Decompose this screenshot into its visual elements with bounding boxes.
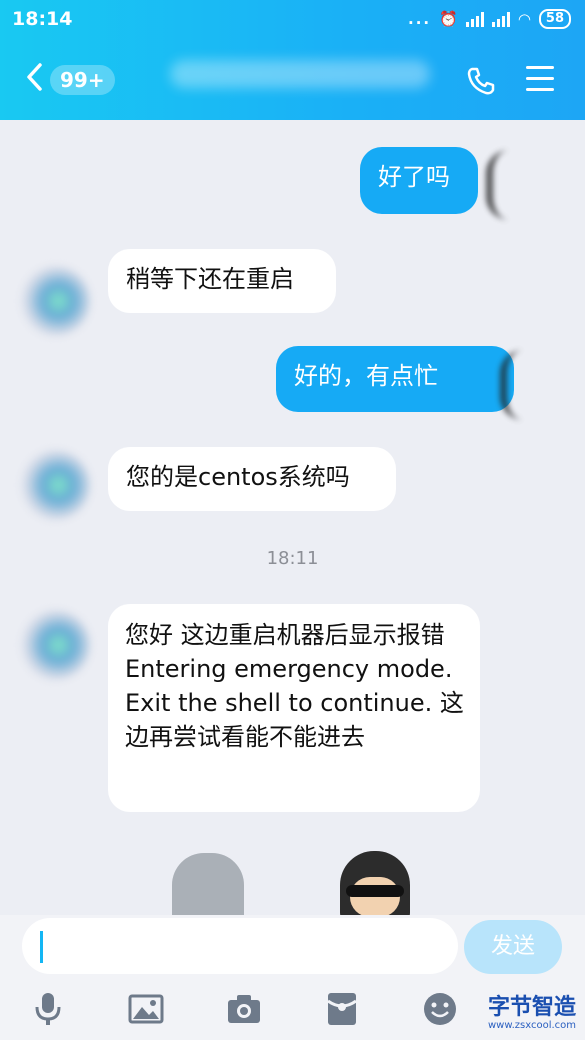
sticker-suggestions <box>0 845 585 923</box>
watermark-url: www.zsxcool.com <box>487 1020 577 1031</box>
alarm-icon: ⏰ <box>439 10 458 28</box>
contact-name-blurred <box>170 60 430 88</box>
avatar-contact[interactable] <box>20 266 90 336</box>
microphone-icon[interactable] <box>30 991 66 1027</box>
message-text: 好的，有点忙 <box>294 362 438 390</box>
status-time: 18:14 <box>12 8 73 30</box>
message-bubble-incoming[interactable]: 稍等下还在重启 <box>108 249 336 313</box>
message-timestamp: 18:11 <box>266 548 319 569</box>
watermark-logo: 字节智造 www.zsxcool.com <box>482 996 582 1032</box>
message-bubble-incoming[interactable]: 您好 这边重启机器后显示报错 Entering emergency mode. … <box>108 604 480 812</box>
camera-icon[interactable] <box>226 991 262 1027</box>
message-bubble-outgoing[interactable]: 好了吗 <box>360 147 478 214</box>
red-packet-icon[interactable] <box>324 991 360 1027</box>
signal-icon <box>465 11 484 27</box>
unread-badge[interactable]: 99+ <box>50 65 115 95</box>
message-text: 稍等下还在重启 <box>126 265 294 293</box>
avatar-self-blurred <box>500 350 547 420</box>
message-text: 您好 这边重启机器后显示报错 Entering emergency mode. … <box>125 621 464 751</box>
status-icons: ... ⏰ ◠ 58 <box>408 9 571 29</box>
text-caret <box>40 931 43 963</box>
battery-icon: 58 <box>538 9 571 29</box>
sticker-figure-sunglasses[interactable] <box>340 851 410 923</box>
watermark-title: 字节智造 <box>487 995 576 1020</box>
menu-icon[interactable] <box>526 66 554 92</box>
send-button[interactable]: 发送 <box>464 920 562 974</box>
notification-dots: ... <box>408 10 432 28</box>
message-text: 好了吗 <box>378 163 450 191</box>
signal-icon <box>491 11 510 27</box>
back-arrow-icon[interactable] <box>24 62 46 92</box>
message-bubble-outgoing[interactable]: 好的，有点忙 <box>276 346 514 412</box>
emoji-icon[interactable] <box>422 991 458 1027</box>
message-input[interactable] <box>22 918 458 974</box>
phone-call-icon[interactable] <box>466 66 496 96</box>
status-bar: 18:14 ... ⏰ ◠ 58 <box>0 0 585 40</box>
chat-header: 18:14 ... ⏰ ◠ 58 99+ <box>0 0 585 120</box>
sticker-figure-grey[interactable] <box>172 853 244 923</box>
wifi-icon: ◠ <box>517 10 531 28</box>
avatar-contact[interactable] <box>20 610 90 680</box>
message-bubble-incoming[interactable]: 您的是centos系统吗 <box>108 447 396 511</box>
message-text: 您的是centos系统吗 <box>126 463 350 491</box>
avatar-self-blurred <box>486 150 533 220</box>
image-icon[interactable] <box>128 991 164 1027</box>
avatar-contact[interactable] <box>20 450 90 520</box>
